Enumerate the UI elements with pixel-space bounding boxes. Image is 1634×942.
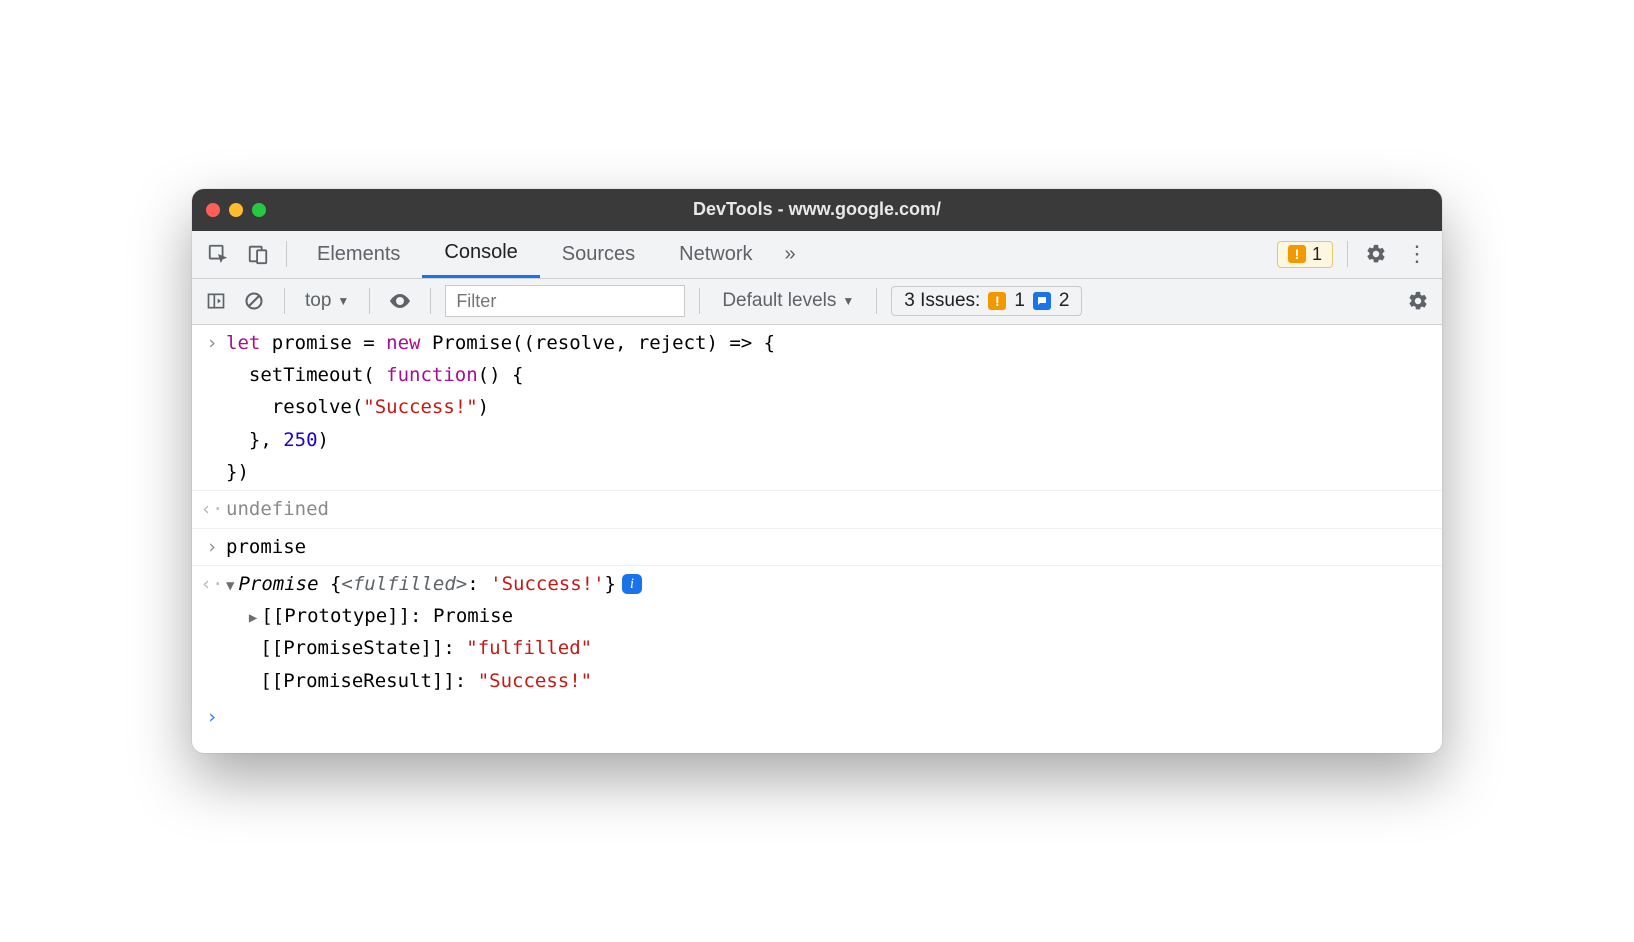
close-window-button[interactable] (206, 203, 220, 217)
console-settings-icon[interactable] (1402, 285, 1434, 317)
dropdown-icon: ▼ (337, 294, 349, 308)
warning-count: 1 (1312, 244, 1322, 265)
minimize-window-button[interactable] (229, 203, 243, 217)
divider (286, 241, 287, 267)
console-input-row[interactable]: › let promise = new Promise((resolve, re… (192, 325, 1442, 491)
code-snippet: let promise = new Promise((resolve, reje… (226, 327, 1434, 488)
input-prompt-icon: › (198, 327, 226, 488)
divider (1347, 241, 1348, 267)
code-snippet: promise (226, 531, 1434, 563)
console-input-row[interactable]: › promise (192, 529, 1442, 566)
tabs-overflow-icon[interactable]: » (775, 231, 806, 278)
live-expression-icon[interactable] (384, 285, 416, 317)
divider (876, 288, 877, 314)
tab-sources[interactable]: Sources (540, 231, 657, 278)
console-prompt-row[interactable]: › (192, 699, 1442, 735)
warnings-badge[interactable]: 1 (1277, 241, 1333, 268)
expand-icon[interactable]: ▶ (249, 607, 257, 631)
info-icon (1033, 292, 1051, 310)
traffic-lights (206, 203, 266, 217)
console-output: › let promise = new Promise((resolve, re… (192, 325, 1442, 754)
input-caret[interactable] (226, 701, 1434, 733)
context-selector[interactable]: top ▼ (299, 290, 355, 312)
console-toolbar: top ▼ Default levels ▼ 3 Issues: 1 2 (192, 279, 1442, 325)
output-icon: ‹· (198, 493, 226, 525)
divider (369, 288, 370, 314)
info-badge-icon[interactable]: i (622, 574, 642, 594)
divider (284, 288, 285, 314)
issues-warn-count: 1 (1014, 290, 1025, 312)
output-value: undefined (226, 493, 1434, 525)
inspect-element-icon[interactable] (200, 236, 236, 272)
issues-info-count: 2 (1059, 290, 1070, 312)
input-prompt-icon: › (198, 701, 226, 733)
dropdown-icon: ▼ (842, 294, 854, 308)
clear-console-icon[interactable] (238, 285, 270, 317)
context-label: top (305, 290, 331, 312)
object-inspection: ▼Promise {<fulfilled>: 'Success!'}i ▶[[P… (226, 568, 1434, 697)
device-toolbar-icon[interactable] (240, 236, 276, 272)
console-output-row: ‹· ▼Promise {<fulfilled>: 'Success!'}i ▶… (192, 566, 1442, 699)
output-icon: ‹· (198, 568, 226, 697)
tab-console[interactable]: Console (422, 231, 539, 278)
filter-input[interactable] (445, 285, 685, 317)
main-tabbar: Elements Console Sources Network » 1 ⋮ (192, 231, 1442, 279)
divider (699, 288, 700, 314)
warning-icon (988, 292, 1006, 310)
toggle-sidebar-icon[interactable] (200, 285, 232, 317)
issues-label: 3 Issues: (904, 290, 980, 312)
more-menu-icon[interactable]: ⋮ (1398, 236, 1434, 272)
titlebar: DevTools - www.google.com/ (192, 189, 1442, 231)
tab-network[interactable]: Network (657, 231, 774, 278)
divider (430, 288, 431, 314)
maximize-window-button[interactable] (252, 203, 266, 217)
warning-icon (1288, 245, 1306, 263)
input-prompt-icon: › (198, 531, 226, 563)
console-output-row: ‹· undefined (192, 491, 1442, 528)
collapse-icon[interactable]: ▼ (226, 575, 234, 599)
issues-button[interactable]: 3 Issues: 1 2 (891, 286, 1082, 316)
levels-label: Default levels (722, 290, 836, 312)
window-title: DevTools - www.google.com/ (192, 199, 1442, 220)
devtools-window: DevTools - www.google.com/ Elements Cons… (192, 189, 1442, 754)
levels-selector[interactable]: Default levels ▼ (714, 290, 862, 312)
settings-icon[interactable] (1358, 236, 1394, 272)
tab-elements[interactable]: Elements (295, 231, 422, 278)
